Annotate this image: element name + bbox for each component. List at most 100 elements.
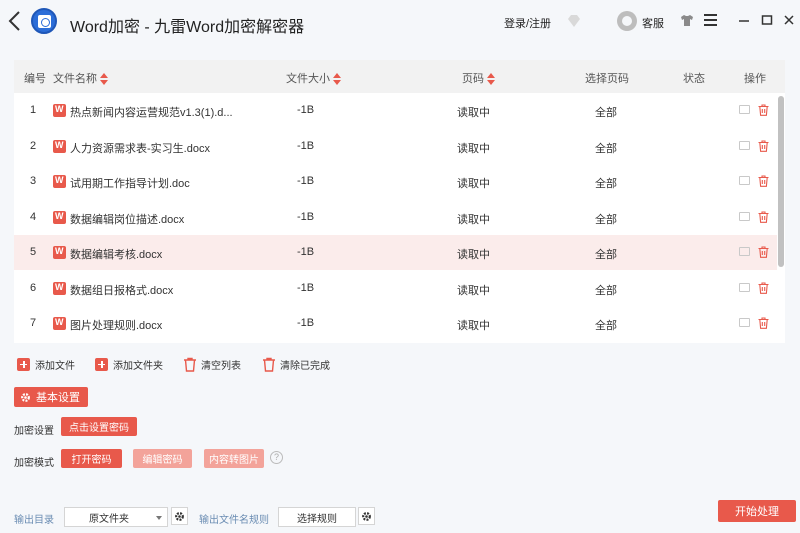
row-pages: 读取中 <box>457 107 490 119</box>
mode-open-password-button[interactable]: 打开密码 <box>61 449 122 468</box>
table-row[interactable]: 2 人力资源需求表-实习生.docx -1B 读取中 全部 <box>14 129 777 164</box>
clear-list-button[interactable]: 清空列表 <box>183 356 241 372</box>
title-bar: Word加密 - 九雷Word加密解密器 登录/注册 客服 <box>0 0 800 44</box>
delete-icon[interactable] <box>758 210 769 223</box>
open-folder-icon[interactable] <box>739 140 750 150</box>
gear-icon <box>362 511 371 521</box>
start-processing-button[interactable]: 开始处理 <box>718 500 796 522</box>
sort-icon[interactable] <box>100 73 108 86</box>
row-index: 3 <box>30 175 37 187</box>
row-index: 1 <box>30 104 37 116</box>
row-select-pages[interactable]: 全部 <box>595 317 617 333</box>
row-select-pages[interactable]: 全部 <box>595 211 617 227</box>
delete-icon[interactable] <box>758 175 769 187</box>
clear-done-button[interactable]: 清除已完成 <box>262 356 330 372</box>
encrypt-mode-label: 加密模式 <box>14 458 54 469</box>
row-pages: 读取中 <box>457 213 490 226</box>
open-folder-icon[interactable] <box>739 318 750 327</box>
customer-service-label[interactable]: 客服 <box>642 15 664 31</box>
word-file-icon <box>53 175 66 188</box>
delete-icon[interactable] <box>758 317 769 329</box>
delete-icon[interactable] <box>758 246 769 258</box>
header-size-label: 文件大小 <box>286 73 330 85</box>
add-file-button[interactable]: 添加文件 <box>17 356 75 372</box>
maximize-icon[interactable] <box>760 13 774 27</box>
help-icon[interactable]: ? <box>270 451 283 464</box>
output-dir-settings-button[interactable] <box>171 507 188 525</box>
gear-icon <box>175 511 184 521</box>
open-folder-icon[interactable] <box>739 176 750 185</box>
word-file-icon <box>53 246 66 259</box>
row-file-name: 数据编辑考核.docx <box>70 249 163 261</box>
row-pages: 读取中 <box>457 142 490 155</box>
open-folder-icon[interactable] <box>739 247 750 256</box>
delete-icon[interactable] <box>758 104 769 116</box>
header-size[interactable]: 文件大小 <box>286 70 341 86</box>
header-name[interactable]: 文件名称 <box>53 70 108 86</box>
select-rule-button[interactable]: 选择规则 <box>278 507 356 527</box>
word-file-icon <box>53 281 66 295</box>
header-select-pages: 选择页码 <box>585 73 629 85</box>
app-title: Word加密 - 九雷Word加密解密器 <box>70 19 305 36</box>
row-select-pages[interactable]: 全部 <box>595 140 617 156</box>
header-status: 状态 <box>683 73 705 85</box>
clear-done-label: 清除已完成 <box>280 360 330 372</box>
row-index: 4 <box>30 210 37 223</box>
row-file-size: -1B <box>297 210 315 223</box>
table-body: 1热点新闻内容运营规范v1.3(1).d...-1B读取中全部2人力资源需求表-… <box>14 93 777 343</box>
delete-icon[interactable] <box>758 139 769 152</box>
table-row[interactable]: 7 图片处理规则.docx -1B 读取中 全部 <box>14 306 777 341</box>
trash-icon <box>263 357 275 372</box>
basic-settings-button[interactable]: 基本设置 <box>14 387 88 407</box>
table-row[interactable]: 3 试用期工作指导计划.doc -1B 读取中 全部 <box>14 164 777 199</box>
minimize-icon[interactable] <box>737 13 751 27</box>
row-file-name: 热点新闻内容运营规范v1.3(1).d... <box>70 107 233 119</box>
row-file-size: -1B <box>297 281 315 294</box>
open-folder-icon[interactable] <box>739 282 750 292</box>
row-file-name: 图片处理规则.docx <box>70 320 163 332</box>
clear-list-label: 清空列表 <box>201 360 241 372</box>
header-pages[interactable]: 页码 <box>462 70 495 86</box>
rule-settings-button[interactable] <box>358 507 375 525</box>
sort-icon[interactable] <box>487 73 495 86</box>
customer-service-icon[interactable] <box>617 11 637 31</box>
row-pages: 读取中 <box>457 178 490 190</box>
row-select-pages[interactable]: 全部 <box>595 104 617 120</box>
row-file-size: -1B <box>297 175 315 187</box>
set-password-button[interactable]: 点击设置密码 <box>61 417 137 436</box>
delete-icon[interactable] <box>758 281 769 294</box>
mode-content-to-image-button[interactable]: 内容转图片 <box>204 449 264 468</box>
word-file-icon <box>53 210 66 224</box>
login-register-link[interactable]: 登录/注册 <box>504 15 551 31</box>
row-select-pages[interactable]: 全部 <box>595 175 617 191</box>
open-folder-icon[interactable] <box>739 105 750 114</box>
output-dir-select[interactable]: 原文件夹 <box>64 507 168 527</box>
table-row[interactable]: 6 数据组日报格式.docx -1B 读取中 全部 <box>14 271 777 306</box>
word-file-icon <box>53 139 66 153</box>
add-file-icon <box>17 357 30 371</box>
close-icon[interactable] <box>782 13 796 27</box>
table-row[interactable]: 4 数据编辑岗位描述.docx -1B 读取中 全部 <box>14 200 777 235</box>
table-row[interactable]: 1 热点新闻内容运营规范v1.3(1).d... -1B 读取中 全部 <box>14 93 777 128</box>
row-select-pages[interactable]: 全部 <box>595 282 617 298</box>
sort-icon[interactable] <box>333 73 341 86</box>
header-name-label: 文件名称 <box>53 73 97 85</box>
name-rule-label: 输出文件名规则 <box>199 515 269 526</box>
row-file-size: -1B <box>297 139 315 152</box>
row-index: 7 <box>30 317 37 329</box>
add-folder-button[interactable]: 添加文件夹 <box>95 356 163 372</box>
mode-edit-password-button[interactable]: 编辑密码 <box>133 449 192 468</box>
word-file-icon <box>53 104 66 117</box>
open-folder-icon[interactable] <box>739 211 750 221</box>
menu-icon[interactable] <box>704 14 717 26</box>
skin-shirt-icon[interactable] <box>680 14 694 27</box>
table-row[interactable]: 5 数据编辑考核.docx -1B 读取中 全部 <box>14 235 777 270</box>
word-file-icon <box>53 317 66 330</box>
encrypt-setting-label: 加密设置 <box>14 426 54 437</box>
header-pages-label: 页码 <box>462 73 484 85</box>
back-arrow-icon[interactable] <box>6 10 24 32</box>
vip-diamond-icon[interactable] <box>566 13 582 29</box>
scrollbar-thumb[interactable] <box>778 96 784 267</box>
row-select-pages[interactable]: 全部 <box>595 246 617 262</box>
add-folder-label: 添加文件夹 <box>113 360 163 372</box>
